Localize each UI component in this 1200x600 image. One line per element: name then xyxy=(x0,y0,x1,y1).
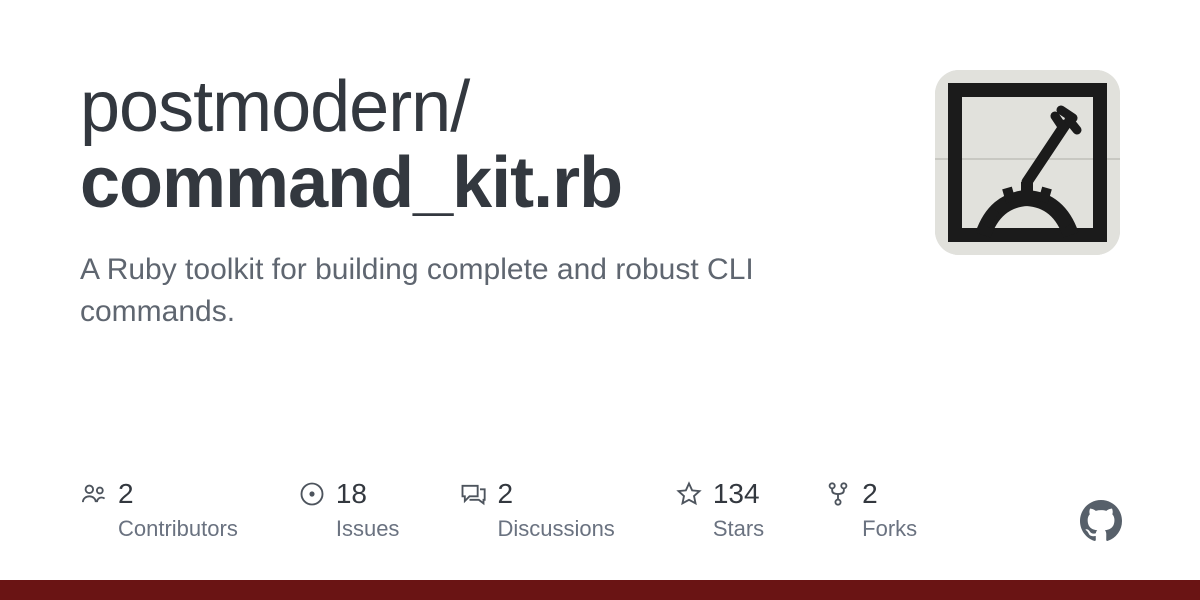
stat-label: Forks xyxy=(862,516,917,542)
stat-label: Contributors xyxy=(118,516,238,542)
stat-label: Issues xyxy=(336,516,400,542)
stat-count: 134 xyxy=(713,478,760,510)
title-separator: / xyxy=(450,67,469,147)
stats-row: 2 Contributors 18 Issues 2 Discussions 1… xyxy=(80,478,917,542)
stat-discussions[interactable]: 2 Discussions xyxy=(459,478,614,542)
repo-description: A Ruby toolkit for building complete and… xyxy=(80,249,840,333)
stat-count: 2 xyxy=(497,478,513,510)
stat-contributors[interactable]: 2 Contributors xyxy=(80,478,238,542)
stat-forks[interactable]: 2 Forks xyxy=(824,478,917,542)
repo-title: postmodern/ command_kit.rb xyxy=(80,70,895,221)
repo-name[interactable]: command_kit.rb xyxy=(80,146,895,222)
stat-stars[interactable]: 134 Stars xyxy=(675,478,764,542)
avatar-image-icon xyxy=(935,70,1120,255)
accent-bar xyxy=(0,580,1200,600)
discussion-icon xyxy=(459,480,487,508)
star-icon xyxy=(675,480,703,508)
stat-label: Stars xyxy=(713,516,764,542)
people-icon xyxy=(80,480,108,508)
github-logo-icon[interactable] xyxy=(1080,500,1122,542)
stat-count: 18 xyxy=(336,478,367,510)
avatar[interactable] xyxy=(935,70,1120,255)
fork-icon xyxy=(824,480,852,508)
stat-issues[interactable]: 18 Issues xyxy=(298,478,400,542)
issue-icon xyxy=(298,480,326,508)
stat-label: Discussions xyxy=(497,516,614,542)
repo-owner[interactable]: postmodern xyxy=(80,67,450,147)
stat-count: 2 xyxy=(118,478,134,510)
stat-count: 2 xyxy=(862,478,878,510)
